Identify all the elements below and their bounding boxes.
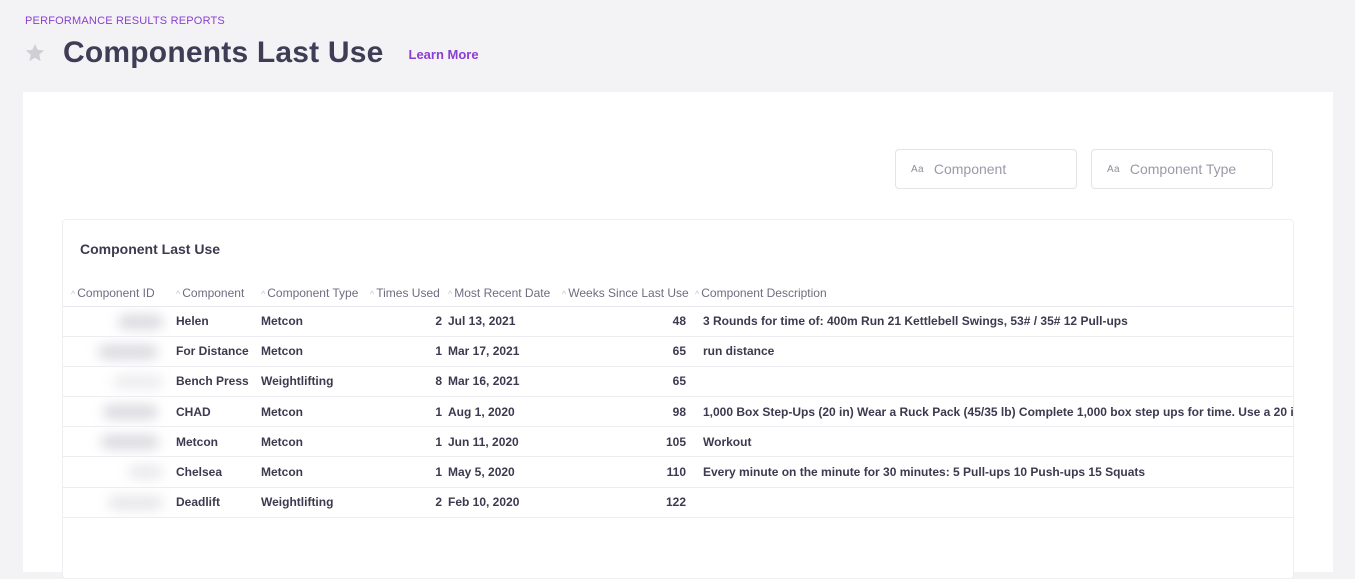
component-cell: Helen xyxy=(173,306,258,337)
times-used-cell: 2 xyxy=(367,306,445,337)
column-header-component-id[interactable]: ^ Component ID xyxy=(63,281,173,307)
table-row[interactable]: CHAD Metcon 1 Aug 1, 2020 98 1,000 Box S… xyxy=(63,396,1293,428)
most-recent-date-cell: Aug 1, 2020 xyxy=(445,396,559,428)
component-cell: Bench Press xyxy=(173,366,258,398)
description-cell xyxy=(689,366,1293,398)
table-row[interactable]: Helen Metcon 2 Jul 13, 2021 48 3 Rounds … xyxy=(63,306,1293,337)
table-title: Component Last Use xyxy=(80,241,221,257)
column-header-component-type[interactable]: ^ Component Type xyxy=(258,281,367,307)
description-cell: run distance xyxy=(689,336,1293,367)
component-id-cell-redacted xyxy=(63,336,173,367)
component-type-filter-input[interactable] xyxy=(1129,161,1260,177)
text-filter-icon: Aa xyxy=(911,163,924,175)
component-id-cell-redacted xyxy=(63,487,173,518)
table-row[interactable]: For Distance Metcon 1 Mar 17, 2021 65 ru… xyxy=(63,336,1293,367)
weeks-since-cell: 65 xyxy=(559,366,689,398)
component-cell: CHAD xyxy=(173,396,258,428)
most-recent-date-cell: Mar 16, 2021 xyxy=(445,366,559,398)
sort-caret-icon: ^ xyxy=(562,289,567,300)
description-cell: Every minute on the minute for 30 minute… xyxy=(689,456,1293,488)
component-cell: For Distance xyxy=(173,336,258,367)
component-type-cell: Metcon xyxy=(258,336,367,367)
component-id-cell-redacted xyxy=(63,366,173,398)
times-used-cell: 1 xyxy=(367,396,445,428)
column-header-component[interactable]: ^ Component xyxy=(173,281,258,307)
weeks-since-cell: 105 xyxy=(559,426,689,458)
component-type-filter[interactable]: Aa xyxy=(1091,149,1273,189)
table-row[interactable]: Bench Press Weightlifting 8 Mar 16, 2021… xyxy=(63,366,1293,398)
component-last-use-table-card: Component Last Use ^ Component ID ^ Compon… xyxy=(62,219,1294,579)
component-cell: Metcon xyxy=(173,426,258,458)
page-header: Components Last Use Learn More xyxy=(24,36,479,70)
report-card: Aa Aa Component Last Use ^Component ID ^… xyxy=(23,92,1333,579)
times-used-cell: 1 xyxy=(367,456,445,488)
table-row[interactable]: Chelsea Metcon 1 May 5, 2020 110 Every m… xyxy=(63,456,1293,488)
component-type-cell: Metcon xyxy=(258,396,367,428)
column-header-weeks-since-last-use[interactable]: ^ Weeks Since Last Use xyxy=(559,281,689,307)
sort-caret-icon: ^ xyxy=(176,289,181,300)
times-used-cell: 8 xyxy=(367,366,445,398)
column-header-component-description[interactable]: ^ Component Description xyxy=(689,281,1293,307)
times-used-cell: 1 xyxy=(367,426,445,458)
component-id-cell-redacted xyxy=(63,426,173,458)
page-title: Components Last Use xyxy=(63,36,384,69)
description-cell: 3 Rounds for time of: 400m Run 21 Kettle… xyxy=(689,306,1293,337)
breadcrumb[interactable]: PERFORMANCE RESULTS REPORTS xyxy=(25,15,225,27)
description-cell: 1,000 Box Step-Ups (20 in) Wear a Ruck P… xyxy=(689,396,1293,428)
component-id-cell-redacted xyxy=(63,396,173,428)
most-recent-date-cell: Mar 17, 2021 xyxy=(445,336,559,367)
description-cell xyxy=(689,487,1293,518)
weeks-since-cell: 110 xyxy=(559,456,689,488)
sort-caret-icon: ^ xyxy=(695,289,700,300)
column-header-times-used[interactable]: ^ Times Used xyxy=(367,281,445,307)
component-type-cell: Weightlifting xyxy=(258,487,367,518)
description-cell: Workout xyxy=(689,426,1293,458)
learn-more-link[interactable]: Learn More xyxy=(409,47,479,62)
times-used-cell: 1 xyxy=(367,336,445,367)
sort-caret-icon: ^ xyxy=(71,289,76,300)
most-recent-date-cell: Jun 11, 2020 xyxy=(445,426,559,458)
component-cell: Deadlift xyxy=(173,487,258,518)
most-recent-date-cell: Jul 13, 2021 xyxy=(445,306,559,337)
component-last-use-table: ^ Component ID ^ Component ^ Component Type… xyxy=(63,281,1293,518)
weeks-since-cell: 65 xyxy=(559,336,689,367)
sort-caret-icon: ^ xyxy=(448,289,453,300)
table-row[interactable]: Metcon Metcon 1 Jun 11, 2020 105 Workout xyxy=(63,426,1293,458)
weeks-since-cell: 98 xyxy=(559,396,689,428)
component-id-cell-redacted xyxy=(63,306,173,337)
weeks-since-cell: 48 xyxy=(559,306,689,337)
component-type-cell: Metcon xyxy=(258,456,367,488)
component-type-cell: Weightlifting xyxy=(258,366,367,398)
sort-caret-icon: ^ xyxy=(370,289,375,300)
component-filter[interactable]: Aa xyxy=(895,149,1077,189)
component-filter-input[interactable] xyxy=(933,161,1064,177)
text-filter-icon: Aa xyxy=(1107,163,1120,175)
table-row[interactable]: Deadlift Weightlifting 2 Feb 10, 2020 12… xyxy=(63,487,1293,518)
component-id-cell-redacted xyxy=(63,456,173,488)
sort-caret-icon: ^ xyxy=(261,289,266,300)
star-icon[interactable] xyxy=(24,42,46,64)
component-type-cell: Metcon xyxy=(258,306,367,337)
column-header-most-recent-date[interactable]: ^ Most Recent Date xyxy=(445,281,559,307)
times-used-cell: 2 xyxy=(367,487,445,518)
table-header-row: ^ Component ID ^ Component ^ Component Type… xyxy=(63,281,1293,307)
most-recent-date-cell: Feb 10, 2020 xyxy=(445,487,559,518)
weeks-since-cell: 122 xyxy=(559,487,689,518)
component-type-cell: Metcon xyxy=(258,426,367,458)
component-cell: Chelsea xyxy=(173,456,258,488)
most-recent-date-cell: May 5, 2020 xyxy=(445,456,559,488)
